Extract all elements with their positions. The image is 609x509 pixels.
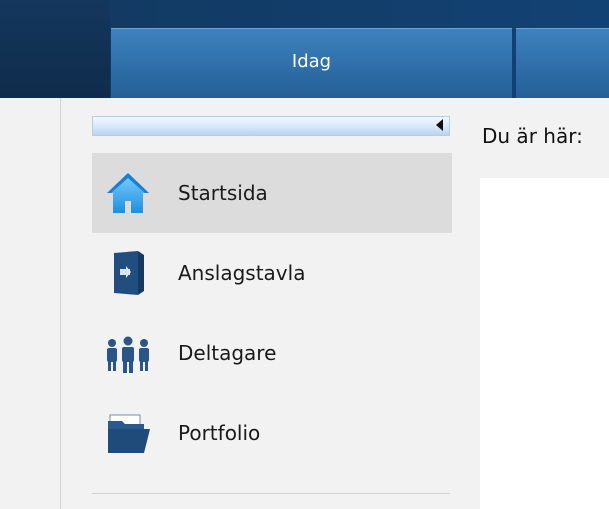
top-navigation-bar: Idag bbox=[0, 0, 609, 98]
sidebar-collapse-bar[interactable] bbox=[92, 116, 450, 136]
sidebar-item-label: Portfolio bbox=[178, 421, 261, 445]
tab-idag-label: Idag bbox=[291, 51, 332, 72]
topbar-left-area bbox=[0, 0, 110, 98]
sidebar-item-label: Deltagare bbox=[178, 341, 277, 365]
home-icon bbox=[107, 173, 149, 213]
sidebar-item-portfolio[interactable]: Portfolio bbox=[92, 393, 452, 473]
people-icon bbox=[107, 336, 149, 373]
sidebar-menu: Startsida Anslagstavla Deltagare Portfol… bbox=[92, 153, 452, 473]
sidebar-item-deltagare[interactable]: Deltagare bbox=[92, 313, 452, 393]
sidebar-item-label: Startsida bbox=[178, 181, 268, 205]
sidebar-item-label: Anslagstavla bbox=[178, 261, 306, 285]
chevron-left-icon[interactable] bbox=[436, 119, 443, 131]
tab-next[interactable] bbox=[516, 28, 609, 98]
breadcrumb: Du är här: bbox=[482, 124, 583, 148]
tab-idag[interactable]: Idag bbox=[111, 28, 512, 98]
main-content bbox=[480, 178, 609, 509]
gutter-divider bbox=[60, 98, 61, 509]
sidebar-divider bbox=[92, 493, 450, 494]
sidebar: Startsida Anslagstavla Deltagare Portfol… bbox=[62, 98, 462, 509]
breadcrumb-bar: Du är här: bbox=[470, 112, 609, 178]
door-icon bbox=[114, 251, 144, 295]
sidebar-item-anslagstavla[interactable]: Anslagstavla bbox=[92, 233, 452, 313]
folder-icon bbox=[108, 414, 150, 453]
sidebar-item-startsida[interactable]: Startsida bbox=[92, 153, 452, 233]
